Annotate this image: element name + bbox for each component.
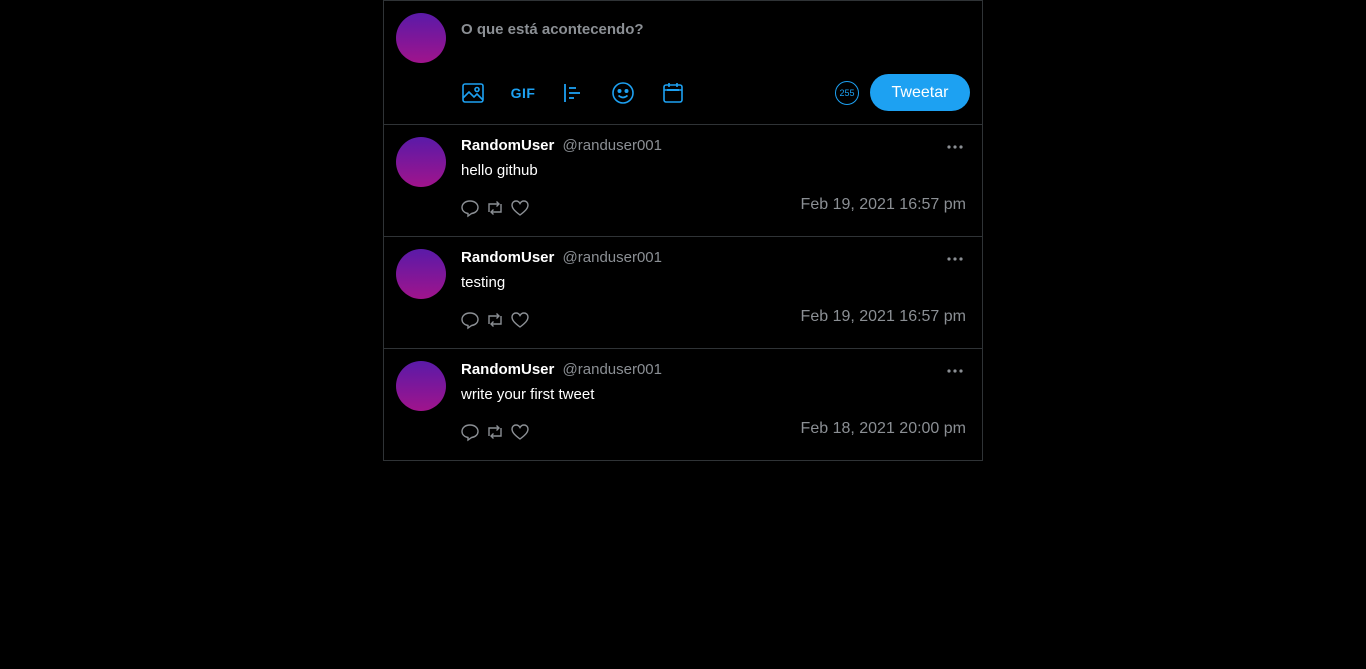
user-name[interactable]: RandomUser bbox=[461, 249, 554, 266]
reply-icon[interactable] bbox=[460, 310, 480, 330]
emoji-icon[interactable] bbox=[611, 81, 635, 105]
tweet-item: RandomUser @randuser001 hello github Feb… bbox=[384, 125, 982, 237]
retweet-icon[interactable] bbox=[485, 422, 505, 442]
tweet-text: write your first tweet bbox=[461, 386, 595, 403]
tweet-actions bbox=[460, 422, 535, 442]
avatar[interactable] bbox=[396, 361, 446, 411]
more-options-icon[interactable] bbox=[946, 139, 964, 155]
gif-label: GIF bbox=[510, 85, 536, 101]
gif-icon[interactable]: GIF bbox=[511, 81, 535, 105]
tweet-text: testing bbox=[461, 274, 506, 291]
more-options-icon[interactable] bbox=[946, 251, 964, 267]
schedule-icon[interactable] bbox=[661, 81, 685, 105]
tweet-timestamp: Feb 19, 2021 16:57 pm bbox=[800, 196, 966, 213]
tweet-timestamp: Feb 19, 2021 16:57 pm bbox=[800, 308, 966, 325]
user-handle[interactable]: @randuser001 bbox=[563, 361, 662, 378]
like-icon[interactable] bbox=[510, 198, 530, 218]
tweet-feed: GIF bbox=[383, 0, 983, 461]
image-icon[interactable] bbox=[461, 81, 485, 105]
composer-toolbar: GIF bbox=[461, 81, 711, 105]
like-icon[interactable] bbox=[510, 422, 530, 442]
tweet-header: RandomUser @randuser001 bbox=[461, 137, 662, 154]
user-name[interactable]: RandomUser bbox=[461, 137, 554, 154]
like-icon[interactable] bbox=[510, 310, 530, 330]
tweet-actions bbox=[460, 310, 535, 330]
user-handle[interactable]: @randuser001 bbox=[563, 249, 662, 266]
avatar[interactable] bbox=[396, 137, 446, 187]
character-counter: 255 bbox=[835, 81, 859, 105]
user-handle[interactable]: @randuser001 bbox=[563, 137, 662, 154]
tweet-timestamp: Feb 18, 2021 20:00 pm bbox=[800, 420, 966, 437]
tweet-text: hello github bbox=[461, 162, 538, 179]
reply-icon[interactable] bbox=[460, 198, 480, 218]
user-name[interactable]: RandomUser bbox=[461, 361, 554, 378]
retweet-icon[interactable] bbox=[485, 310, 505, 330]
retweet-icon[interactable] bbox=[485, 198, 505, 218]
more-options-icon[interactable] bbox=[946, 363, 964, 379]
tweet-button[interactable]: Tweetar bbox=[870, 74, 970, 111]
tweet-header: RandomUser @randuser001 bbox=[461, 249, 662, 266]
tweet-item: RandomUser @randuser001 testing Feb 19, … bbox=[384, 237, 982, 349]
tweet-input[interactable] bbox=[461, 21, 941, 38]
tweet-actions bbox=[460, 198, 535, 218]
tweet-composer: GIF bbox=[384, 1, 982, 125]
avatar[interactable] bbox=[396, 249, 446, 299]
tweet-item: RandomUser @randuser001 write your first… bbox=[384, 349, 982, 460]
reply-icon[interactable] bbox=[460, 422, 480, 442]
tweet-header: RandomUser @randuser001 bbox=[461, 361, 662, 378]
poll-icon[interactable] bbox=[561, 81, 585, 105]
avatar[interactable] bbox=[396, 13, 446, 63]
